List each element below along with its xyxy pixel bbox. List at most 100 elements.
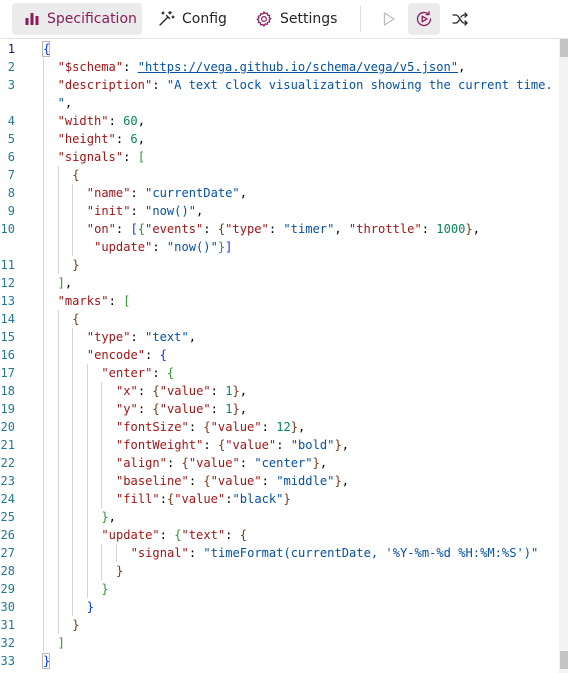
- code-line[interactable]: "signal": "timeFormat(currentDate, '%Y-%…: [131, 544, 539, 562]
- code-line[interactable]: ],: [58, 274, 73, 292]
- code-token: "marks": [57, 294, 109, 308]
- code-line[interactable]: }: [72, 256, 79, 274]
- line-number: 4: [7, 114, 15, 128]
- code-token: {: [181, 456, 189, 470]
- code-line[interactable]: "update": {"text": {: [101, 526, 247, 544]
- code-line[interactable]: ",: [58, 94, 73, 112]
- auto-run-button[interactable]: [408, 3, 440, 35]
- indent-guide: [116, 544, 117, 562]
- indent-guide: [43, 526, 44, 544]
- code-token: :: [137, 384, 153, 398]
- code-token: {: [203, 420, 211, 434]
- indent-guide: [43, 544, 44, 562]
- code-line[interactable]: "signals": [: [58, 148, 145, 166]
- code-token: :: [188, 420, 204, 434]
- code-line[interactable]: "encode": {: [87, 346, 167, 364]
- code-token: ,: [239, 402, 248, 416]
- indent-guide: [101, 490, 103, 508]
- code-token: "middle": [276, 474, 335, 488]
- indent-guide: [43, 490, 44, 508]
- indent-guide: [101, 382, 103, 400]
- shuffle-button[interactable]: [444, 3, 476, 35]
- line-number: 1: [7, 42, 15, 56]
- code-line[interactable]: {: [72, 166, 79, 184]
- code-line[interactable]: },: [101, 508, 116, 526]
- code-line[interactable]: "align": {"value": "center"},: [116, 454, 327, 472]
- code-line[interactable]: "update": "now()"}]: [87, 238, 232, 256]
- code-line[interactable]: "on": [{"events": {"type": "timer", "thr…: [87, 220, 480, 238]
- code-line[interactable]: "description": "A text clock visualizati…: [58, 76, 553, 94]
- indent-guide: [86, 580, 88, 598]
- code-token: :: [130, 330, 146, 344]
- indent-guide: [57, 616, 59, 634]
- scrollbar-thumb-bottom[interactable]: [560, 651, 568, 669]
- indent-guide: [43, 454, 44, 472]
- indent-guide: [57, 220, 59, 238]
- code-line[interactable]: "x": {"value": 1},: [116, 382, 247, 400]
- indent-guide: [43, 94, 44, 112]
- code-token: :: [159, 528, 175, 542]
- code-line[interactable]: "name": "currentDate",: [87, 184, 247, 202]
- code-token: ,: [472, 222, 480, 236]
- indent-guide: [57, 562, 59, 580]
- code-token: ,: [64, 96, 73, 110]
- code-line[interactable]: }: [101, 580, 108, 598]
- code-line[interactable]: {: [72, 310, 79, 328]
- code-token: }: [334, 438, 342, 452]
- indent-guide: [43, 166, 44, 184]
- indent-guide: [72, 400, 74, 418]
- code-token: 1: [225, 402, 233, 416]
- code-line[interactable]: "init": "now()",: [87, 202, 204, 220]
- indent-guide: [101, 544, 103, 562]
- code-token: "value": [174, 492, 226, 506]
- scrollbar-thumb-top[interactable]: [560, 39, 568, 57]
- code-line[interactable]: "y": {"value": 1},: [116, 400, 247, 418]
- indent-guide: [72, 346, 74, 364]
- code-line[interactable]: "fill":{"value":"black"}: [116, 490, 291, 508]
- code-line[interactable]: "marks": [: [58, 292, 131, 310]
- code-token: "https://vega.github.io/schema/vega/v5.j…: [137, 60, 459, 74]
- indent-guide: [86, 526, 88, 544]
- code-line[interactable]: "height": 6,: [58, 130, 145, 148]
- code-token: [: [123, 294, 131, 308]
- code-token: }: [232, 402, 240, 416]
- code-line[interactable]: "baseline": {"value": "middle"},: [116, 472, 349, 490]
- code-line[interactable]: "width": 60,: [58, 112, 145, 130]
- code-token: :: [421, 222, 437, 236]
- run-button[interactable]: [373, 3, 405, 35]
- code-line[interactable]: }: [87, 598, 94, 616]
- indent-guide: [101, 400, 103, 418]
- indent-guide: [43, 346, 44, 364]
- line-number: 27: [0, 546, 15, 560]
- indent-guide: [57, 400, 59, 418]
- code-line[interactable]: }: [116, 562, 123, 580]
- tab-config[interactable]: Config: [157, 3, 243, 35]
- code-token: :: [152, 240, 167, 254]
- code-area[interactable]: { "$schema": "https://vega.github.io/sche…: [40, 39, 560, 673]
- indent-guide: [43, 400, 44, 418]
- vertical-scrollbar[interactable]: [559, 39, 568, 673]
- line-number: 22: [0, 456, 15, 470]
- indent-guide: [43, 292, 44, 310]
- code-token: ,: [64, 276, 73, 290]
- code-token: "x": [116, 384, 138, 398]
- code-line[interactable]: "enter": {: [101, 364, 174, 382]
- code-line[interactable]: }: [72, 616, 79, 634]
- code-token: :: [137, 402, 153, 416]
- code-line[interactable]: "type": "text",: [87, 328, 196, 346]
- code-token: "name": [86, 186, 131, 200]
- code-token: "$schema": [57, 60, 124, 74]
- tab-specification[interactable]: Specification: [12, 3, 142, 35]
- line-number: 26: [0, 528, 15, 542]
- code-line[interactable]: "$schema": "https://vega.github.io/schem…: [58, 58, 466, 76]
- code-line[interactable]: ]: [58, 634, 65, 652]
- code-token: "black": [232, 492, 284, 506]
- indent-guide: [72, 490, 74, 508]
- code-token: ": [57, 96, 65, 110]
- line-number: 32: [0, 636, 15, 650]
- code-token: :: [276, 438, 291, 452]
- code-line[interactable]: "fontSize": {"value": 12},: [116, 418, 305, 436]
- code-line[interactable]: "fontWeight": {"value": "bold"},: [116, 436, 349, 454]
- code-editor[interactable]: 1 2 3 4 5 6 7 8 9 10 11 12 13 14 15 16 17 18 19 20 21 22 23 24 2…: [0, 39, 568, 673]
- tab-settings[interactable]: Settings: [255, 3, 341, 35]
